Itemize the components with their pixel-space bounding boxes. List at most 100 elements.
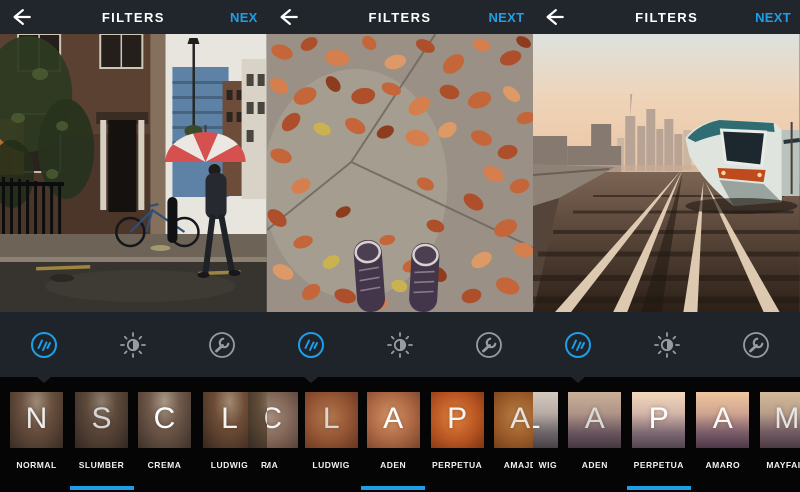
filter-thumbnail: S bbox=[75, 392, 128, 448]
filter-label: WIG bbox=[539, 460, 558, 470]
back-button[interactable] bbox=[542, 5, 570, 29]
filter-item[interactable]: S SLUMBER bbox=[75, 392, 128, 487]
filter-item[interactable]: L WIG bbox=[533, 392, 558, 487]
top-bar: FILTERS NEXT bbox=[267, 0, 534, 34]
filters-tab-button[interactable] bbox=[533, 319, 622, 371]
filter-item[interactable]: M MAYFAIR bbox=[760, 392, 800, 487]
filter-strip[interactable]: L WIG A ADEN P PERPETUA AAMAROM MAYFAIR bbox=[533, 377, 800, 492]
brightness-icon bbox=[651, 329, 683, 361]
filter-item[interactable]: C MA bbox=[267, 392, 298, 487]
filter-item[interactable]: AAMARO bbox=[696, 392, 749, 487]
photo-london-street-illustration bbox=[0, 34, 267, 312]
filter-item[interactable]: A AMAJD bbox=[494, 392, 534, 487]
filter-item[interactable]: CREMA bbox=[248, 392, 267, 487]
page-title: FILTERS bbox=[0, 10, 267, 25]
filter-strip[interactable]: NNORMALSSLUMBERCCREMALLUDWIGCREMA bbox=[0, 377, 267, 492]
filter-icon bbox=[295, 329, 327, 361]
filter-letter: P bbox=[431, 404, 484, 434]
filter-thumbnail: A bbox=[568, 392, 621, 448]
filter-letter: S bbox=[75, 404, 128, 434]
photo-dubai-train-illustration bbox=[533, 34, 800, 312]
next-button[interactable]: NEX bbox=[230, 10, 258, 25]
filter-label: SLUMBER bbox=[79, 460, 125, 470]
filter-thumbnail: P bbox=[632, 392, 685, 448]
filter-letter: C bbox=[138, 404, 191, 434]
active-tab-notch bbox=[304, 377, 318, 383]
edit-toolbar bbox=[0, 312, 267, 377]
active-tab-notch bbox=[571, 377, 585, 383]
brightness-tab-button[interactable] bbox=[622, 319, 711, 371]
filter-label: LUDWIG bbox=[211, 460, 248, 470]
filters-tab-button[interactable] bbox=[0, 319, 89, 371]
tools-icon bbox=[740, 329, 772, 361]
active-tab-notch bbox=[37, 377, 51, 383]
back-button[interactable] bbox=[276, 5, 304, 29]
filter-item[interactable]: P PERPETUA bbox=[632, 392, 685, 487]
filter-screen-panel: FILTERS NEXT bbox=[533, 0, 800, 492]
edit-toolbar bbox=[533, 312, 800, 377]
filter-letter: C bbox=[248, 404, 267, 434]
filter-strip[interactable]: C MA L LUDWIG A ADEN P PERPETUA A AMAJD bbox=[267, 377, 534, 492]
brightness-icon bbox=[384, 329, 416, 361]
edit-toolbar bbox=[267, 312, 534, 377]
filter-letter: A bbox=[696, 404, 749, 434]
brightness-tab-button[interactable] bbox=[89, 319, 178, 371]
filter-letter: C bbox=[267, 404, 298, 434]
next-button[interactable]: NEXT bbox=[755, 10, 791, 25]
filter-thumbnail: P bbox=[431, 392, 484, 448]
filter-label: AMAJD bbox=[504, 460, 534, 470]
filter-label: ADEN bbox=[582, 460, 608, 470]
filter-letter: A bbox=[367, 404, 420, 434]
filter-thumbnail: A bbox=[367, 392, 420, 448]
brightness-icon bbox=[117, 329, 149, 361]
filter-label: MA bbox=[267, 460, 279, 470]
filter-thumbnail: M bbox=[760, 392, 800, 448]
selected-filter-indicator bbox=[361, 486, 425, 490]
filter-item[interactable]: A ADEN bbox=[367, 392, 420, 487]
filter-icon bbox=[562, 329, 594, 361]
filter-screen-panel: FILTERS NEX bbox=[0, 0, 267, 492]
filter-label: PERPETUA bbox=[634, 460, 684, 470]
filter-thumbnail: L bbox=[533, 392, 558, 448]
filter-label: NORMAL bbox=[16, 460, 56, 470]
filter-item[interactable]: C CREMA bbox=[138, 392, 191, 487]
photo-autumn-leaves-illustration bbox=[267, 34, 534, 312]
filter-icon bbox=[28, 329, 60, 361]
filter-thumbnail: A bbox=[696, 392, 749, 448]
top-bar: FILTERS NEX bbox=[0, 0, 267, 34]
filter-screen-panel: FILTERS NEXT bbox=[267, 0, 534, 492]
filter-letter: L bbox=[533, 404, 558, 434]
filter-item[interactable]: L LUDWIG bbox=[305, 392, 358, 487]
tools-tab-button[interactable] bbox=[444, 319, 533, 371]
filter-item[interactable]: P PERPETUA bbox=[431, 392, 484, 487]
filter-label: LUDWIG bbox=[312, 460, 349, 470]
tools-tab-button[interactable] bbox=[711, 319, 800, 371]
photo-preview-autumn-leaves bbox=[267, 34, 534, 312]
back-arrow-icon bbox=[542, 6, 566, 28]
filters-tab-button[interactable] bbox=[267, 319, 356, 371]
filter-item[interactable]: N NORMAL bbox=[10, 392, 63, 487]
brightness-tab-button[interactable] bbox=[356, 319, 445, 371]
back-button[interactable] bbox=[9, 5, 37, 29]
filter-label: CREMA bbox=[148, 460, 182, 470]
next-button[interactable]: NEXT bbox=[488, 10, 524, 25]
tools-tab-button[interactable] bbox=[178, 319, 267, 371]
filter-thumbnail: C bbox=[248, 392, 267, 448]
filter-label: PERPETUA bbox=[432, 460, 482, 470]
filter-label: ADEN bbox=[380, 460, 406, 470]
photo-preview-dubai-train bbox=[533, 34, 800, 312]
selected-filter-indicator bbox=[70, 486, 134, 490]
filter-thumbnail: C bbox=[138, 392, 191, 448]
back-arrow-icon bbox=[276, 6, 300, 28]
filter-letter: A bbox=[494, 404, 534, 434]
filter-label: MAYFAIR bbox=[766, 460, 800, 470]
filter-thumbnail: C bbox=[267, 392, 298, 448]
filter-letter: L bbox=[305, 404, 358, 434]
filter-thumbnail: N bbox=[10, 392, 63, 448]
filter-letter: N bbox=[10, 404, 63, 434]
filter-thumbnail: L bbox=[305, 392, 358, 448]
filter-letter: A bbox=[568, 404, 621, 434]
top-bar: FILTERS NEXT bbox=[533, 0, 800, 34]
filters-composite-screen: FILTERS NEX bbox=[0, 0, 800, 492]
filter-item[interactable]: A ADEN bbox=[568, 392, 621, 487]
